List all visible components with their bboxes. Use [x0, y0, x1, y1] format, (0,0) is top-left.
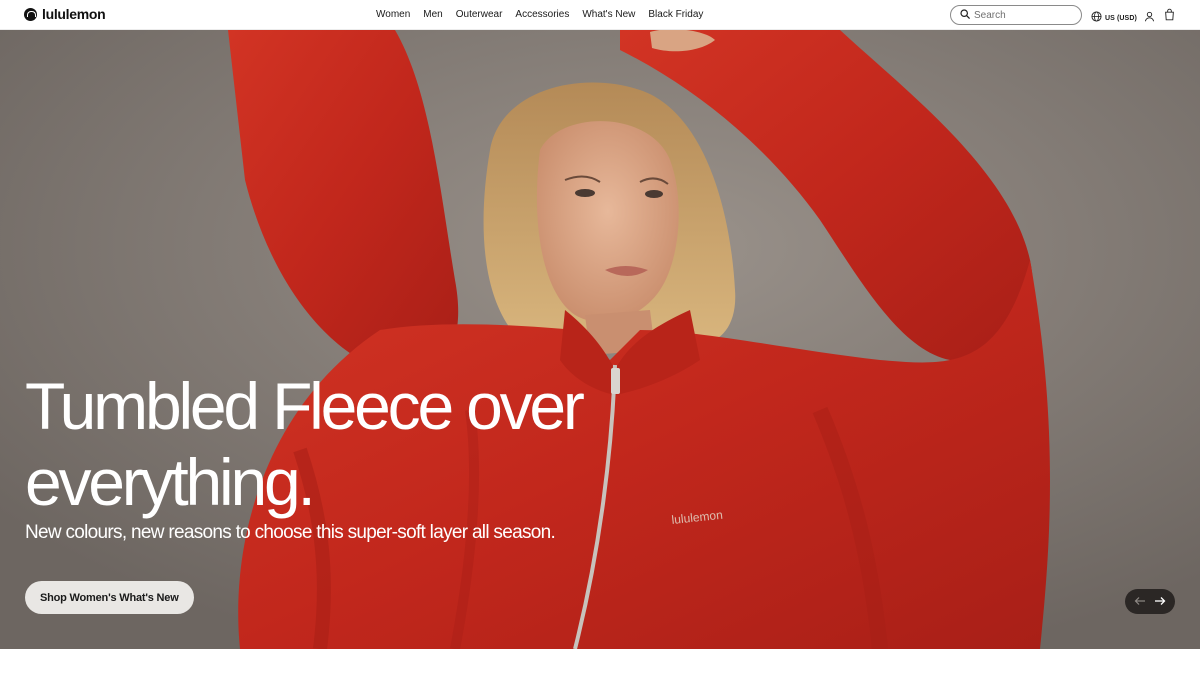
hero-headline: Tumbled Fleece over everything.: [25, 368, 645, 520]
lululemon-logo-icon: [24, 7, 37, 21]
globe-icon: [1091, 9, 1102, 27]
hero-headline-line-1: Tumbled Fleece over: [25, 369, 585, 443]
brand-logo[interactable]: lululemon: [24, 6, 106, 22]
page-content-below-hero: [0, 649, 1200, 675]
shopping-bag-icon[interactable]: [1164, 8, 1175, 26]
main-nav: Women Men Outerwear Accessories What's N…: [376, 8, 703, 22]
nav-item-outerwear[interactable]: Outerwear: [456, 8, 503, 22]
search-input[interactable]: [974, 9, 1074, 21]
hero-subheadline: New colours, new reasons to choose this …: [25, 522, 556, 543]
arrow-left-icon: [1134, 594, 1146, 609]
search-icon: [960, 6, 970, 24]
arrow-right-icon: [1154, 594, 1166, 609]
shop-womens-whats-new-button[interactable]: Shop Women's What's New: [25, 581, 194, 614]
user-icon[interactable]: [1144, 9, 1155, 27]
carousel-next-button[interactable]: [1151, 593, 1169, 611]
carousel-controls: [1125, 589, 1175, 614]
locale-label: US (USD): [1105, 14, 1137, 22]
locale-selector[interactable]: US (USD): [1091, 9, 1137, 27]
nav-item-men[interactable]: Men: [423, 8, 442, 22]
nav-item-black-friday[interactable]: Black Friday: [648, 8, 703, 22]
hero-headline-line-2: everything.: [25, 445, 316, 519]
carousel-prev-button[interactable]: [1131, 593, 1149, 611]
nav-item-accessories[interactable]: Accessories: [515, 8, 569, 22]
nav-item-women[interactable]: Women: [376, 8, 410, 22]
hero-image: lululemon: [0, 30, 1200, 649]
site-header: lululemon Women Men Outerwear Accessorie…: [0, 0, 1200, 30]
brand-name: lululemon: [42, 6, 106, 22]
hero-banner: lululemon Tumbled Fleece over everything…: [0, 30, 1200, 649]
search-box[interactable]: [950, 5, 1082, 25]
nav-item-whats-new[interactable]: What's New: [582, 8, 635, 22]
